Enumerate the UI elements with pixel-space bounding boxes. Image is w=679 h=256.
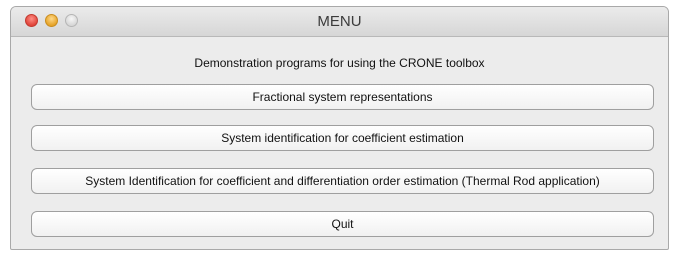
menu-subtitle: Demonstration programs for using the CRO… (194, 56, 485, 70)
fractional-system-representations-button[interactable]: Fractional system representations (31, 84, 654, 110)
system-identification-thermal-rod-button[interactable]: System Identification for coefficient an… (31, 168, 654, 194)
window-title: MENU (317, 13, 362, 30)
title-bar: MENU (11, 7, 668, 37)
menu-window: MENU Demonstration programs for using th… (10, 6, 669, 250)
system-identification-coefficient-button[interactable]: System identification for coefficient es… (31, 125, 654, 151)
quit-button[interactable]: Quit (31, 211, 654, 237)
